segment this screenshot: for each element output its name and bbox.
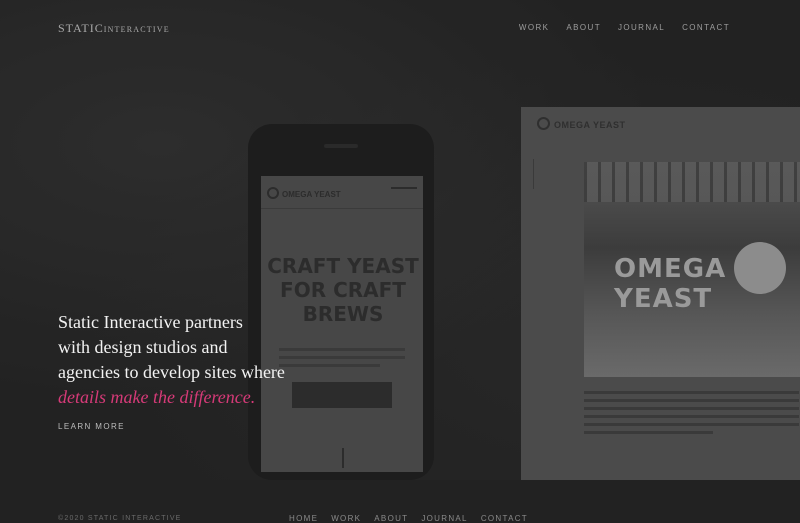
tablet-logo-text: OMEGA YEAST [554, 120, 626, 130]
photo-roof [584, 162, 800, 202]
logo-primary: STATIC [58, 21, 104, 35]
tablet-mockup: OMEGA YEAST OMEGA YEAST [521, 107, 800, 480]
hero-line-3: agencies to develop sites where [58, 362, 285, 382]
hero-line-2: with design studios and [58, 337, 228, 357]
site-footer: ©2020 STATIC INTERACTIVE HOME WORK ABOUT… [0, 480, 800, 523]
nav-about[interactable]: ABOUT [566, 23, 601, 32]
nav-journal[interactable]: JOURNAL [618, 23, 665, 32]
omega-logo-icon [537, 117, 550, 130]
main-nav: WORK ABOUT JOURNAL CONTACT [502, 23, 730, 32]
footer-nav-contact[interactable]: CONTACT [481, 514, 528, 523]
phone-header: OMEGA YEAST [261, 176, 423, 209]
logo-secondary: INTERACTIVE [103, 25, 170, 34]
hero-copy: Static Interactive partners with design … [58, 310, 358, 410]
footer-nav-work[interactable]: WORK [331, 514, 361, 523]
site-header: STATICINTERACTIVE WORK ABOUT JOURNAL CON… [0, 0, 800, 56]
nav-work[interactable]: WORK [519, 23, 550, 32]
photo-logo-disc [734, 242, 786, 294]
footer-nav: HOME WORK ABOUT JOURNAL CONTACT [289, 514, 541, 523]
site-logo[interactable]: STATICINTERACTIVE [58, 19, 170, 37]
phone-mockup: OMEGA YEAST CRAFT YEAST FOR CRAFT BREWS [248, 124, 434, 480]
phone-logo: OMEGA YEAST [267, 187, 341, 199]
phone-speaker [324, 144, 358, 148]
hero-accent: details make the difference. [58, 387, 256, 407]
omega-logo-icon [267, 187, 279, 199]
tablet-paragraph [584, 391, 799, 439]
phone-logo-text: OMEGA YEAST [282, 190, 341, 199]
footer-nav-journal[interactable]: JOURNAL [421, 514, 467, 523]
hero-line-1: Static Interactive partners [58, 312, 243, 332]
copyright: ©2020 STATIC INTERACTIVE [58, 515, 182, 522]
brewery-photo: OMEGA YEAST [584, 162, 800, 377]
phone-scroll-line [342, 448, 344, 468]
nav-contact[interactable]: CONTACT [682, 23, 730, 32]
footer-nav-home[interactable]: HOME [289, 514, 318, 523]
learn-more-link[interactable]: LEARN MORE [58, 422, 125, 431]
tablet-side-rule [533, 159, 542, 189]
phone-menu-icon [391, 187, 417, 199]
tablet-logo: OMEGA YEAST [537, 117, 626, 130]
footer-nav-about[interactable]: ABOUT [374, 514, 408, 523]
